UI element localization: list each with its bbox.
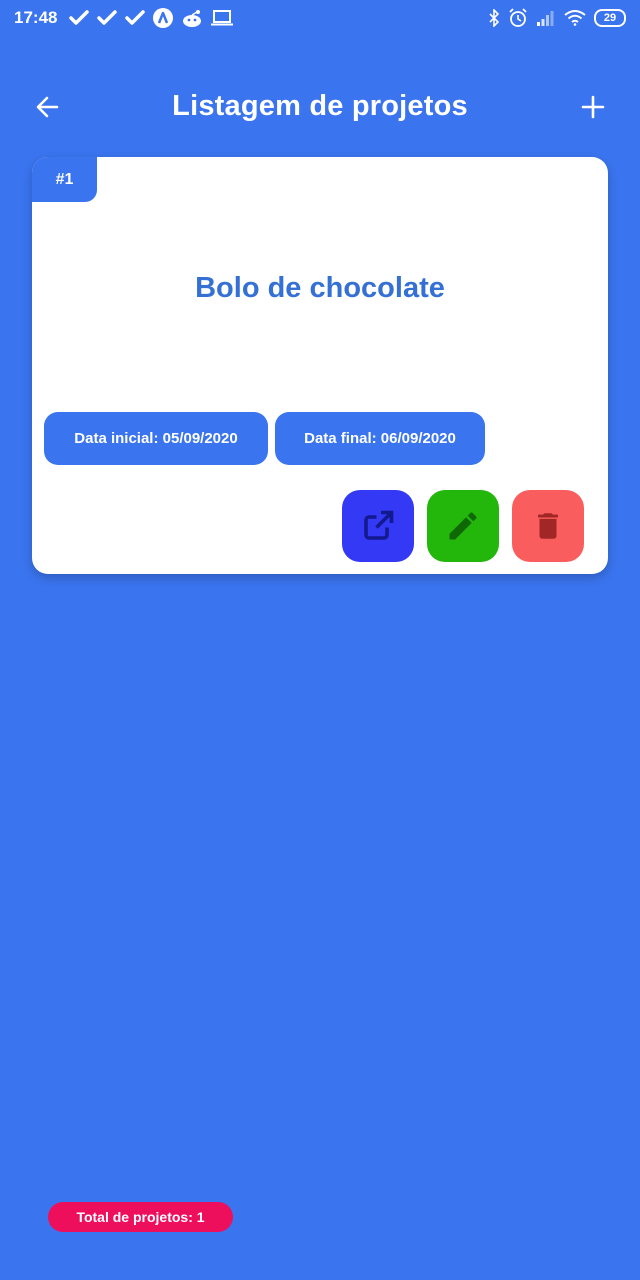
edit-project-button[interactable] <box>427 490 499 562</box>
total-projects-badge: Total de projetos: 1 <box>48 1202 233 1232</box>
bluetooth-icon <box>488 9 500 27</box>
status-bar: 17:48 29 <box>0 0 640 36</box>
project-number: #1 <box>32 157 97 202</box>
check-icon <box>69 10 90 26</box>
status-left: 17:48 <box>14 8 234 28</box>
project-name: Bolo de chocolate <box>195 272 445 304</box>
open-external-icon <box>364 510 394 540</box>
open-project-button[interactable] <box>342 490 414 562</box>
check-icon <box>97 10 118 26</box>
back-button[interactable] <box>33 92 63 122</box>
wifi-icon <box>564 10 586 26</box>
pencil-icon <box>449 512 477 540</box>
app-header: Listagem de projetos <box>0 70 640 142</box>
app-a-icon <box>153 8 174 28</box>
signal-icon <box>536 10 556 26</box>
check-icon <box>125 10 146 26</box>
arrow-left-icon <box>36 96 59 118</box>
trash-icon <box>538 513 558 539</box>
battery-icon: 29 <box>594 9 626 27</box>
start-date-badge: Data inicial: 05/09/2020 <box>44 412 268 465</box>
add-project-button[interactable] <box>578 92 608 122</box>
status-time: 17:48 <box>14 8 58 27</box>
project-card: #1 Bolo de chocolate Data inicial: 05/09… <box>32 157 608 574</box>
page-title: Listagem de projetos <box>172 89 468 122</box>
reddit-icon <box>181 9 203 27</box>
alarm-icon <box>508 8 528 28</box>
delete-project-button[interactable] <box>512 490 584 562</box>
laptop-icon <box>211 10 234 26</box>
status-right: 29 <box>488 8 626 28</box>
end-date-badge: Data final: 06/09/2020 <box>275 412 485 465</box>
plus-icon <box>581 95 605 119</box>
